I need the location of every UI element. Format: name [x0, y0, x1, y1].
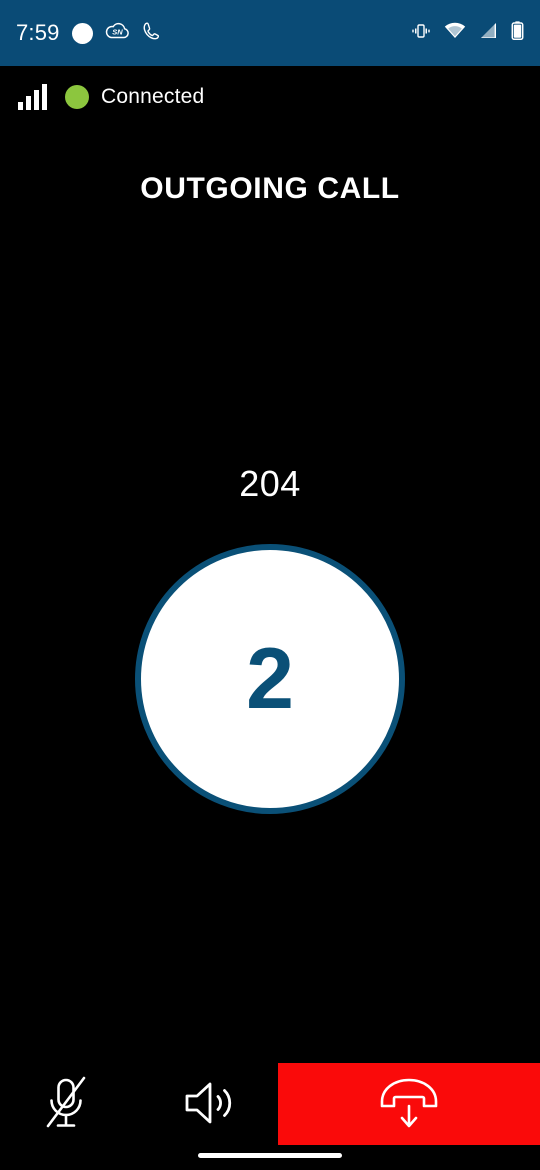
mute-button[interactable] [18, 1063, 114, 1145]
callee-number: 204 [239, 463, 301, 504]
speaker-button[interactable] [163, 1063, 259, 1145]
svg-text:SN: SN [112, 27, 123, 36]
status-bar-clock: 7:59 [16, 20, 60, 45]
white-dot-icon [71, 22, 93, 44]
connection-indicator: Connected [65, 85, 204, 109]
status-bar-left: 7:59 SN [16, 20, 162, 46]
connection-status-label: Connected [101, 85, 205, 108]
speaker-icon [183, 1079, 239, 1130]
cloud-sn-icon: SN [105, 22, 130, 45]
avatar-initial: 2 [246, 631, 294, 727]
home-indicator[interactable] [198, 1153, 342, 1158]
status-bar-right [411, 21, 524, 45]
call-controls-bar [0, 1055, 540, 1170]
callee-avatar: 2 [135, 544, 405, 814]
phone-handset-icon [142, 21, 162, 46]
battery-icon [511, 21, 524, 45]
system-status-bar: 7:59 SN [0, 0, 540, 66]
cellular-signal-icon [479, 22, 498, 44]
vibrate-icon [411, 22, 431, 45]
hang-up-icon [378, 1076, 440, 1133]
status-dot-icon [65, 85, 89, 109]
end-call-button[interactable] [278, 1063, 540, 1145]
call-state-title: OUTGOING CALL [140, 172, 400, 205]
phone-screen: 7:59 SN Connected OUTGOING CALL 204 2 [0, 0, 540, 1170]
connection-status-bar: Connected [0, 66, 540, 128]
wifi-icon [444, 22, 466, 44]
microphone-off-icon [41, 1074, 91, 1135]
signal-strength-icon [18, 84, 47, 110]
